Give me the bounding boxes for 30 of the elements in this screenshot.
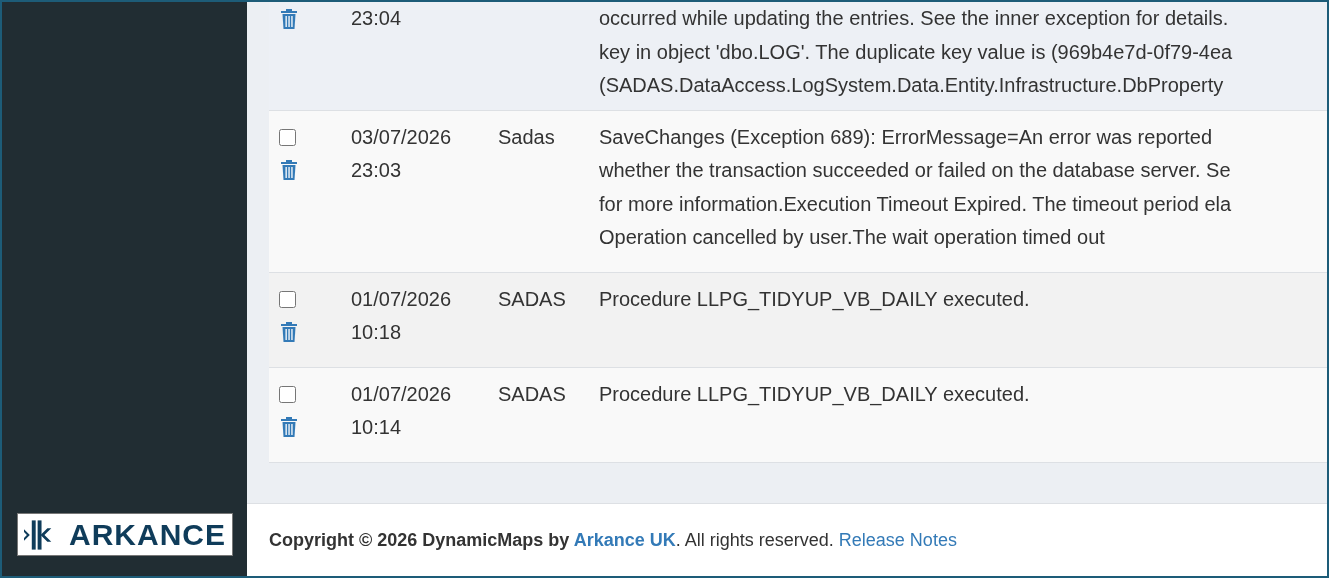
message-text: for more information.Execution Timeout Expired. The timeout period ela bbox=[599, 191, 1232, 217]
user-name: SADAS bbox=[498, 287, 566, 310]
date-text: 01/07/2026 bbox=[351, 381, 452, 407]
message-text: key in object 'dbo.LOG'. The duplicate key value is (969b4e7d-0f79-4ea bbox=[599, 39, 1233, 65]
message-text: Procedure LLPG_TIDYUP_VB_DAILY executed. bbox=[599, 381, 1030, 408]
copyright-text: Copyright © 2026 DynamicMaps by Arkance UK. All rights reserved. Release Notes bbox=[269, 529, 957, 551]
time-text: 23:04 bbox=[351, 6, 402, 31]
message-text: SaveChanges (Exception 689): ErrorMessage=An error was reported bbox=[599, 124, 1213, 150]
trash-icon[interactable] bbox=[279, 158, 299, 181]
message-text: (SADAS.DataAccess.LogSystem.Data.Entity.Infrastructure.DbProperty bbox=[599, 73, 1224, 98]
time-text: 10:14 bbox=[351, 415, 402, 440]
release-notes-link[interactable]: Release Notes bbox=[838, 529, 957, 550]
time-text: 23:03 bbox=[351, 158, 402, 183]
trash-icon[interactable] bbox=[279, 8, 299, 30]
message-text: Operation cancelled by user.The wait operation timed out bbox=[599, 225, 1105, 250]
trash-icon[interactable] bbox=[279, 415, 299, 438]
message-text: occurred while updating the entries. See the inner exception for details. bbox=[599, 6, 1229, 31]
date-text: 01/07/2026 bbox=[351, 286, 452, 312]
row-checkbox[interactable] bbox=[279, 385, 296, 403]
row-checkbox[interactable] bbox=[279, 128, 296, 146]
trash-icon[interactable] bbox=[279, 320, 299, 343]
message-text: whether the transaction succeeded or failed on the database server. Se bbox=[599, 158, 1231, 183]
date-text: 03/07/2026 bbox=[351, 124, 452, 150]
time-text: 10:18 bbox=[351, 320, 402, 345]
row-checkbox[interactable] bbox=[279, 290, 296, 308]
user-name: SADAS bbox=[498, 382, 566, 405]
message-text: Procedure LLPG_TIDYUP_VB_DAILY executed. bbox=[599, 286, 1030, 313]
logo-text: ARKANCE bbox=[69, 519, 226, 550]
company-link[interactable]: Arkance UK bbox=[573, 529, 676, 550]
user-name: Sadas bbox=[498, 125, 555, 148]
